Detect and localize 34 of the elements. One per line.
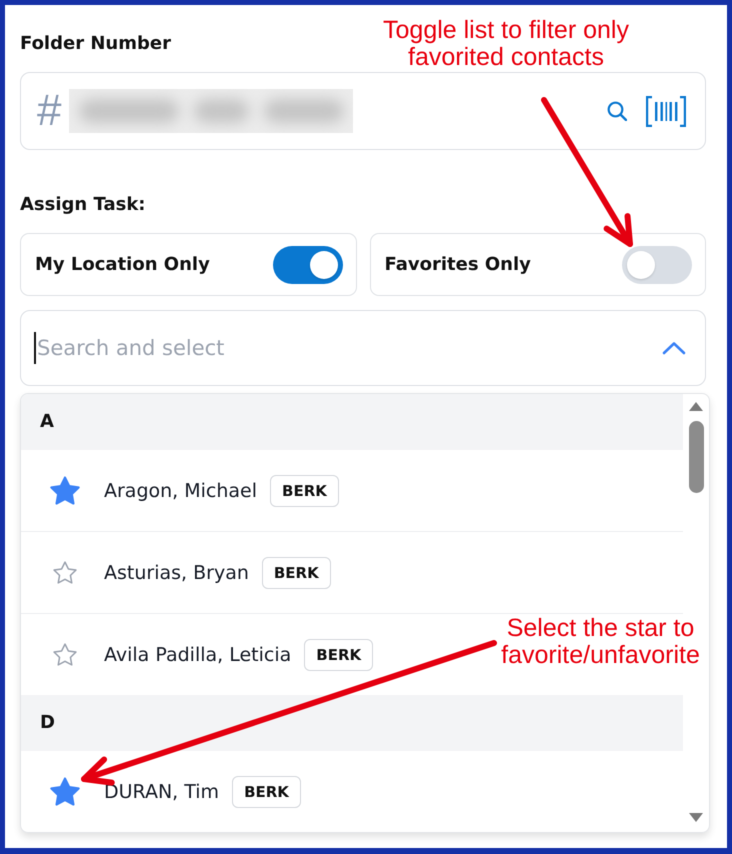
toggle-switch[interactable] [622, 246, 692, 284]
contact-row[interactable]: Aragon, Michael BERK [21, 450, 339, 531]
filter-label: Favorites Only [384, 252, 531, 276]
annotation-text: Toggle list to filter only favorited contacts [382, 17, 630, 71]
hash-prefix: # [37, 89, 62, 133]
location-badge: BERK [262, 556, 331, 588]
location-badge: BERK [270, 474, 339, 506]
caret-icon[interactable] [662, 341, 686, 355]
filter-label: My Location Only [35, 252, 210, 276]
section-header: D [21, 695, 683, 751]
barcode-icon[interactable] [646, 96, 686, 126]
scroll-up-icon[interactable] [689, 402, 703, 411]
contact-name: Asturias, Bryan [104, 560, 249, 586]
location-badge: BERK [304, 638, 374, 670]
field-label: Folder Number [20, 32, 171, 56]
search-field[interactable]: Search and select [20, 310, 706, 386]
contact-name: DURAN, Tim [104, 780, 220, 804]
star-icon[interactable] [53, 643, 77, 666]
location-badge: BERK [232, 776, 301, 808]
star-icon[interactable] [50, 777, 80, 806]
scroll-down-icon[interactable] [689, 813, 703, 822]
star-icon[interactable] [53, 561, 77, 584]
section-header: A [21, 394, 683, 450]
contact-row[interactable]: DURAN, Tim BERK [21, 751, 301, 832]
toggle-switch[interactable] [272, 246, 342, 284]
contact-row[interactable]: Asturias, Bryan BERK [21, 532, 331, 613]
contact-name: Aragon, Michael [104, 478, 258, 504]
contact-name: Avila Padilla, Leticia [104, 642, 292, 668]
search-icon[interactable] [607, 101, 627, 121]
contact-row[interactable]: Avila Padilla, Leticia BERK [21, 614, 374, 695]
annotation-text: Select the star to favorite/unfavorite [500, 615, 701, 669]
section-label: Assign Task: [20, 193, 146, 217]
star-icon[interactable] [50, 476, 80, 505]
scrollbar-thumb[interactable] [688, 421, 704, 493]
